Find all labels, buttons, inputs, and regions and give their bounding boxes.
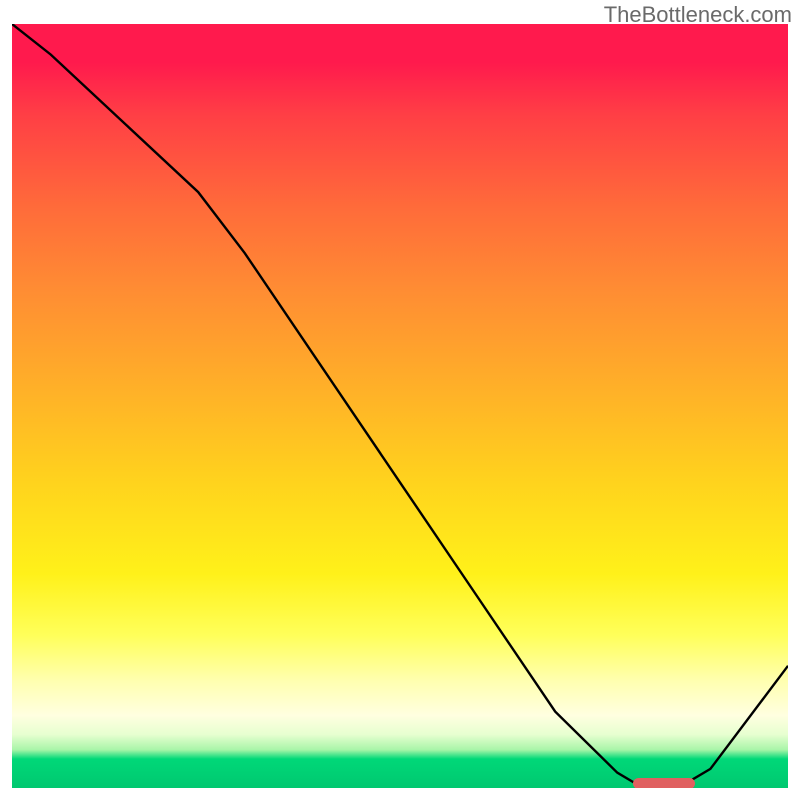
plot-area [12, 24, 788, 788]
watermark-text: TheBottleneck.com [604, 2, 792, 28]
curve-path [12, 24, 788, 784]
bottleneck-curve [12, 24, 788, 788]
optimal-band-marker [633, 778, 695, 788]
chart-container: TheBottleneck.com [0, 0, 800, 800]
